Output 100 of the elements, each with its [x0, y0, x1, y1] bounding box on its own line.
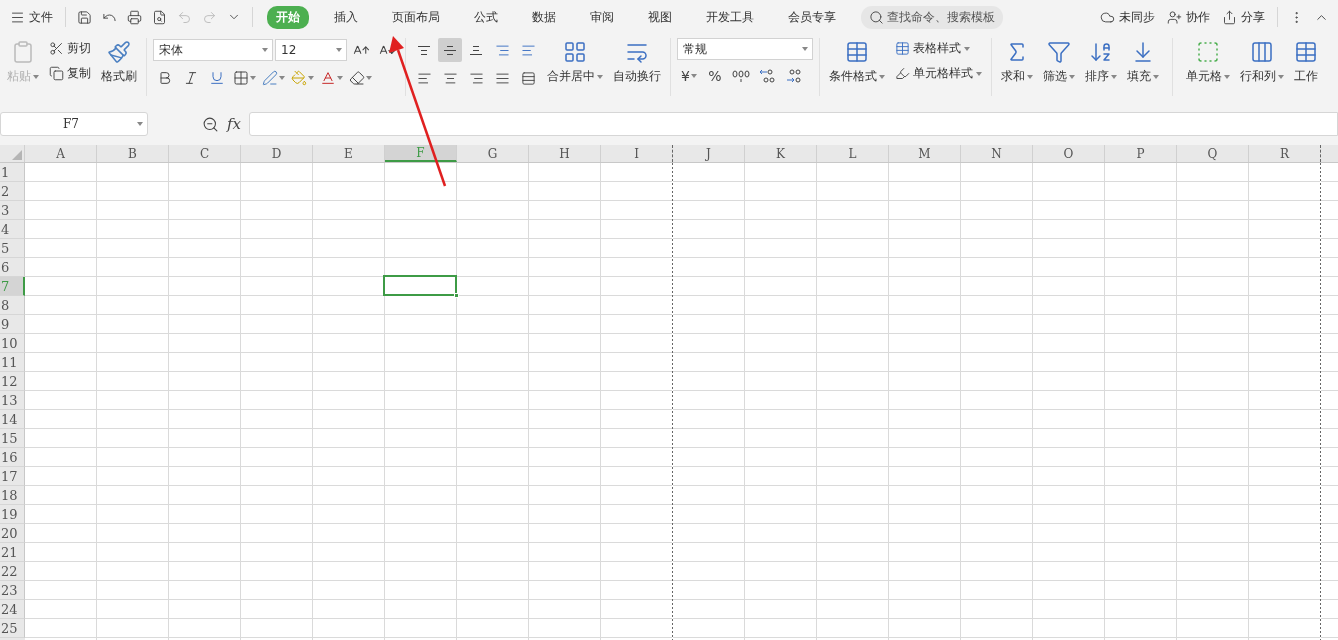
caret-icon	[262, 48, 268, 52]
caret-icon	[250, 76, 256, 80]
save-icon	[77, 9, 92, 25]
vertical-align-button[interactable]	[438, 38, 462, 62]
active-cell[interactable]	[383, 275, 457, 296]
ribbon-tool-button[interactable]: 筛选	[1040, 38, 1078, 87]
row-header[interactable]: 13	[0, 391, 25, 410]
table-style-icon	[895, 41, 910, 56]
font-size-select[interactable]: 12	[275, 39, 347, 61]
row-header[interactable]: 20	[0, 524, 25, 543]
underline-icon	[209, 70, 225, 86]
number-format-select[interactable]: 常规	[677, 38, 813, 60]
search-field[interactable]: 查找命令、搜索模板	[861, 5, 1003, 29]
row-header[interactable]: 12	[0, 372, 25, 391]
account-action[interactable]: 分享	[1218, 6, 1269, 28]
undo-icon	[177, 9, 192, 25]
row-header[interactable]: 16	[0, 448, 25, 467]
table-style-button[interactable]: 表格样式	[892, 38, 985, 59]
file-menu[interactable]: 文件	[6, 6, 57, 28]
indent-icon	[494, 42, 510, 58]
decimal-icon	[758, 68, 776, 84]
merge-center-button[interactable]: 合并居中	[544, 38, 606, 87]
name-box[interactable]: F7	[0, 112, 148, 136]
ribbon-tool-button[interactable]: 填充	[1124, 38, 1162, 87]
row-header[interactable]: 24	[0, 600, 25, 619]
cell-grid[interactable]	[25, 163, 1338, 640]
align-left-icon	[416, 70, 432, 86]
account-action[interactable]: 未同步	[1096, 6, 1159, 28]
caret-icon	[1278, 74, 1284, 79]
ribbon-tool-button[interactable]: 行和列	[1237, 38, 1287, 87]
format-painter-button[interactable]: 格式刷	[98, 38, 140, 87]
caret-icon	[279, 76, 285, 80]
font-select[interactable]: 宋体	[153, 39, 273, 61]
caret-icon	[976, 71, 982, 76]
row-header[interactable]: 23	[0, 581, 25, 600]
ribbon-tab[interactable]: 页面布局	[383, 5, 449, 29]
align-bottom-icon	[469, 45, 483, 55]
caret-icon	[879, 74, 885, 79]
row-header[interactable]: 19	[0, 505, 25, 524]
row-header[interactable]: 21	[0, 543, 25, 562]
ribbon-tab[interactable]: 插入	[325, 5, 367, 29]
paint-bucket-icon	[291, 70, 307, 86]
row-header[interactable]: 10	[0, 334, 25, 353]
paintbrush-icon	[107, 40, 131, 64]
ribbon-tab[interactable]: 审阅	[581, 5, 623, 29]
row-header[interactable]: 15	[0, 429, 25, 448]
row-header[interactable]: 5	[0, 239, 25, 258]
row-header[interactable]: 9	[0, 315, 25, 334]
copy-button[interactable]: 复制	[46, 63, 94, 84]
caret-icon	[690, 74, 697, 78]
row-header[interactable]: 1	[0, 163, 25, 182]
caret-icon	[33, 74, 39, 79]
caret-icon	[1069, 74, 1075, 79]
copy-icon	[49, 66, 64, 81]
cut-button[interactable]: 剪切	[46, 38, 94, 59]
ribbon-tab[interactable]: 数据	[523, 5, 565, 29]
row-header[interactable]: 4	[0, 220, 25, 239]
row-header[interactable]: 8	[0, 296, 25, 315]
ribbon-tool-button[interactable]: 求和	[998, 38, 1036, 87]
percent-button[interactable]: %	[703, 64, 727, 88]
sort-icon	[1089, 40, 1113, 64]
row-header[interactable]: 3	[0, 201, 25, 220]
zoom-out-icon	[202, 115, 219, 133]
cloud-icon	[1100, 9, 1115, 25]
ribbon-tab[interactable]: 开发工具	[697, 5, 763, 29]
fill-handle[interactable]	[454, 293, 459, 298]
row-header[interactable]: 18	[0, 486, 25, 505]
row-header[interactable]: 11	[0, 353, 25, 372]
ribbon-tool-button[interactable]: 单元格	[1183, 38, 1233, 87]
conditional-format-button[interactable]: 条件格式	[826, 38, 888, 87]
cell-style-button[interactable]: 单元格样式	[892, 63, 985, 84]
ribbon-tab[interactable]: 公式	[465, 5, 507, 29]
share-icon	[1222, 9, 1237, 25]
preview-icon	[152, 9, 167, 25]
caret-icon	[308, 76, 314, 80]
row-header[interactable]: 25	[0, 619, 25, 638]
row-header[interactable]: 22	[0, 562, 25, 581]
row-header[interactable]: 14	[0, 410, 25, 429]
ribbon-tab[interactable]: 视图	[639, 5, 681, 29]
row-header[interactable]: 17	[0, 467, 25, 486]
row-header[interactable]: 6	[0, 258, 25, 277]
function-label[interactable]: fx	[227, 115, 241, 133]
currency-button[interactable]: ¥	[677, 64, 701, 88]
corner-triangle-icon	[12, 150, 22, 160]
ribbon-tool-button[interactable]: 排序	[1082, 38, 1120, 87]
row-header[interactable]: 2	[0, 182, 25, 201]
clipboard-icon	[11, 40, 35, 64]
align-middle-icon	[443, 45, 457, 55]
account-action[interactable]: 协作	[1163, 6, 1214, 28]
caret-icon	[336, 48, 342, 52]
printer-icon	[127, 9, 142, 25]
sheet-icon	[1294, 40, 1318, 64]
thousands-icon	[732, 70, 750, 82]
cell-icon	[1196, 40, 1220, 64]
caret-icon	[1224, 74, 1230, 79]
formula-input[interactable]	[249, 112, 1338, 136]
wrap-text-button[interactable]: 自动换行	[610, 38, 664, 87]
ribbon-tool-button[interactable]: 工作	[1291, 38, 1321, 87]
caret-icon	[366, 76, 372, 80]
ribbon-tab[interactable]: 会员专享	[779, 5, 845, 29]
